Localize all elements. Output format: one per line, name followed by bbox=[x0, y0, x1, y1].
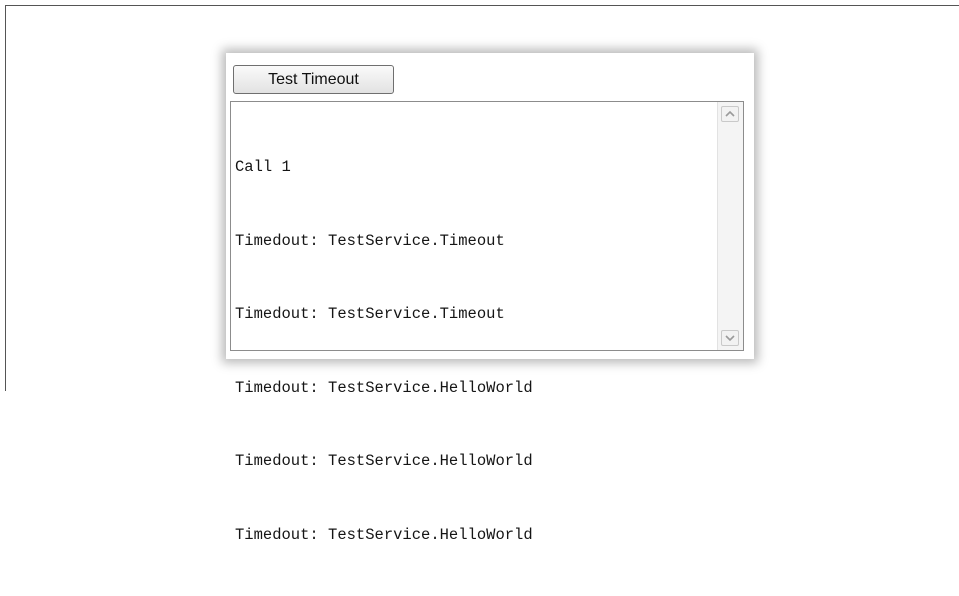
log-line: Timedout: TestService.Timeout bbox=[235, 305, 505, 323]
log-line: Call 1 bbox=[235, 158, 291, 176]
output-textarea[interactable]: Call 1 Timedout: TestService.Timeout Tim… bbox=[230, 101, 744, 544]
page-frame: Test Timeout Call 1 Timedout: TestServic… bbox=[5, 5, 959, 544]
scroll-up-button[interactable] bbox=[721, 106, 739, 122]
log-line: Timedout: TestService.HelloWorld bbox=[235, 452, 533, 470]
log-line: Timedout: TestService.HelloWorld bbox=[235, 525, 533, 544]
output-log: Call 1 Timedout: TestService.Timeout Tim… bbox=[235, 106, 715, 544]
vertical-scrollbar[interactable] bbox=[717, 102, 743, 350]
log-line: Timedout: TestService.HelloWorld bbox=[235, 378, 533, 397]
test-window: Test Timeout Call 1 Timedout: TestServic… bbox=[226, 53, 754, 544]
scroll-down-button[interactable] bbox=[721, 330, 739, 346]
log-line: Timedout: TestService.Timeout bbox=[235, 231, 505, 250]
test-timeout-button[interactable]: Test Timeout bbox=[233, 65, 394, 94]
chevron-down-icon bbox=[722, 331, 738, 345]
chevron-up-icon bbox=[722, 107, 738, 121]
